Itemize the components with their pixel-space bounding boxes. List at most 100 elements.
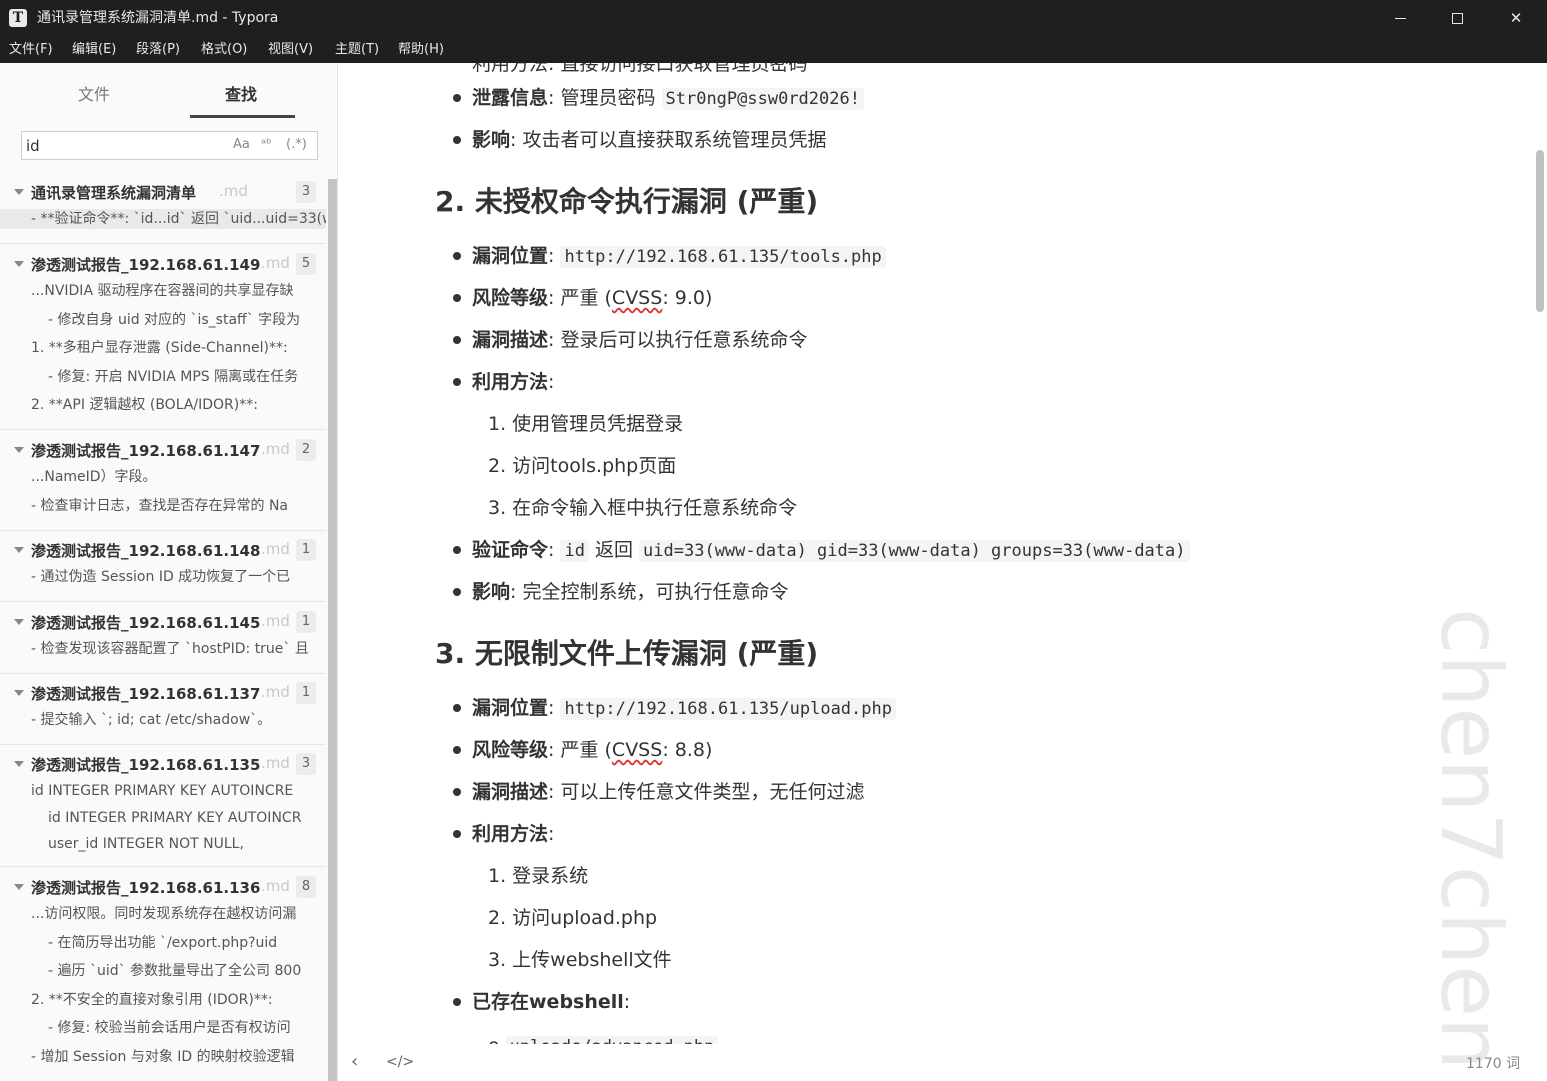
- bullet: [453, 830, 461, 838]
- item-label: 漏洞位置: [472, 245, 549, 267]
- menu-view[interactable]: 视图(V): [268, 37, 313, 63]
- bullet: [453, 378, 461, 386]
- result-line[interactable]: ...NameID）字段。: [31, 467, 331, 487]
- bullet: [453, 546, 461, 554]
- regex-toggle[interactable]: (.*): [286, 137, 307, 152]
- result-file-ext: .md: [261, 440, 290, 458]
- result-line[interactable]: 2. **API 逻辑越权 (BOLA/IDOR)**:: [31, 395, 331, 415]
- result-line[interactable]: - 修复: 开启 NVIDIA MPS 隔离或在任务: [48, 367, 337, 387]
- back-icon[interactable]: ‹: [351, 1051, 358, 1072]
- menu-file[interactable]: 文件(F): [9, 37, 53, 63]
- result-group[interactable]: 渗透测试报告_192.168.61.147 .md 2 ...NameID）字段。 - …: [0, 437, 326, 531]
- bullet: [453, 704, 461, 712]
- item-label: 影响: [472, 581, 511, 603]
- match-case-toggle[interactable]: Aa: [233, 137, 250, 152]
- result-file-title: 渗透测试报告_192.168.61.147: [31, 442, 261, 460]
- risk-item: 风险等级: 严重 (CVSS: 9.0): [472, 284, 712, 312]
- result-group[interactable]: 渗透测试报告_192.168.61.148 .md 1- 通过伪造 Session …: [0, 537, 326, 602]
- result-file-title: 渗透测试报告_192.168.61.137: [31, 685, 261, 703]
- sidebar-scrollbar[interactable]: [328, 179, 337, 1081]
- minimize-button[interactable]: [1371, 0, 1429, 37]
- result-line[interactable]: - 修复: 校验当前会话用户是否有权访问: [48, 1018, 337, 1038]
- whole-word-toggle[interactable]: ᵃᵇ: [261, 137, 272, 152]
- verify-item: 验证命令: id 返回 uid=33(www-data) gid=33(www-…: [472, 536, 1190, 565]
- bullet: [453, 998, 461, 1006]
- menu-theme[interactable]: 主题(T): [335, 37, 379, 63]
- result-line[interactable]: - 增加 Session 与对象 ID 的映射校验逻辑: [31, 1047, 331, 1067]
- heading-section-2: 2. 未授权命令执行漏洞 (严重): [435, 185, 819, 218]
- result-file-ext: .md: [219, 182, 248, 200]
- collapse-caret-icon[interactable]: [14, 761, 24, 767]
- close-button[interactable]: ✕: [1487, 0, 1545, 37]
- method-item: 利用方法:: [472, 368, 554, 396]
- result-line[interactable]: - 通过伪造 Session ID 成功恢复了一个已: [31, 567, 331, 587]
- sidebar: 文件 查找 Aa ᵃᵇ (.*) 通讯录管理系统漏洞清单 .md 3 - **验证命令…: [0, 63, 338, 1081]
- typora-window: T 通讯录管理系统漏洞清单.md - Typora ✕ 文件(F) 编辑(E) …: [0, 0, 1547, 1081]
- result-group[interactable]: 渗透测试报告_192.168.61.136 .md 8 ...访问权限。同时发现系统存…: [0, 874, 326, 1081]
- result-file-title: 通讯录管理系统漏洞清单: [31, 184, 197, 202]
- bullet: [453, 136, 461, 144]
- item-label: 漏洞描述: [472, 781, 549, 803]
- tab-files[interactable]: 文件: [78, 81, 110, 105]
- menu-paragraph[interactable]: 段落(P): [136, 37, 180, 63]
- item-label: 泄露信息: [472, 87, 549, 109]
- result-line[interactable]: - 遍历 `uid` 参数批量导出了全公司 800: [48, 961, 337, 981]
- result-line[interactable]: id INTEGER PRIMARY KEY AUTOINCR: [48, 808, 337, 828]
- collapse-caret-icon[interactable]: [14, 690, 24, 696]
- collapse-caret-icon[interactable]: [14, 447, 24, 453]
- menu-format[interactable]: 格式(O): [201, 37, 247, 63]
- menu-edit[interactable]: 编辑(E): [72, 37, 116, 63]
- description-item: 漏洞描述: 可以上传任意文件类型，无任何过滤: [472, 778, 864, 806]
- colon: :: [548, 371, 555, 393]
- result-line[interactable]: user_id INTEGER NOT NULL,: [48, 834, 337, 854]
- result-line[interactable]: - **验证命令**: `id...id` 返回 `uid...uid=33(w: [0, 209, 326, 229]
- result-line[interactable]: - 检查审计日志，查找是否存在异常的 Na: [31, 496, 331, 516]
- collapse-caret-icon[interactable]: [14, 884, 24, 890]
- item-label: 漏洞位置: [472, 697, 549, 719]
- item-text: : 严重 (: [548, 287, 612, 309]
- result-line[interactable]: - 修改自身 uid 对应的 `is_staff` 字段为: [48, 310, 337, 330]
- menu-help[interactable]: 帮助(H): [398, 37, 444, 63]
- item-label: 风险等级: [472, 287, 549, 309]
- collapse-caret-icon[interactable]: [14, 261, 24, 267]
- partial-line: 利用方法: 直接访问接口获取管理员密码: [472, 63, 808, 75]
- item-text: : 9.0): [662, 287, 713, 309]
- result-group[interactable]: 渗透测试报告_192.168.61.145 .md 1- 检查发现该容器配置了 `h…: [0, 609, 326, 674]
- match-count-badge: 1: [296, 682, 316, 704]
- match-count-badge: 8: [296, 876, 316, 898]
- result-line[interactable]: 2. **不安全的直接对象引用 (IDOR)**:: [31, 990, 331, 1010]
- step-item: 2. 访问tools.php页面: [488, 455, 677, 477]
- source-mode-icon[interactable]: </>: [386, 1054, 414, 1070]
- result-group[interactable]: 渗透测试报告_192.168.61.137 .md 1- 提交输入 `; id; c…: [0, 680, 326, 745]
- result-line[interactable]: - 检查发现该容器配置了 `hostPID: true` 且: [31, 639, 331, 659]
- partial-list-item: o uploads/advanced.php: [488, 1032, 719, 1044]
- result-group[interactable]: 渗透测试报告_192.168.61.135 .md 3 id INTEGER PRIM…: [0, 751, 326, 867]
- search-input[interactable]: [26, 135, 226, 157]
- collapse-caret-icon[interactable]: [14, 547, 24, 553]
- step-item: 3. 上传webshell文件: [488, 949, 672, 971]
- editor-scrollbar[interactable]: [1536, 150, 1544, 312]
- watermark: chen7chen: [1422, 608, 1520, 1071]
- description-item: 漏洞描述: 登录后可以执行任意系统命令: [472, 326, 807, 354]
- result-line[interactable]: - 提交输入 `; id; cat /etc/shadow`。: [31, 710, 331, 730]
- colon: :: [623, 991, 631, 1013]
- impact-item: 影响: 攻击者可以直接获取系统管理员凭据: [472, 126, 826, 154]
- result-line[interactable]: ...NVIDIA 驱动程序在容器间的共享显存缺: [31, 281, 331, 301]
- result-file-ext: .md: [261, 683, 290, 701]
- collapse-caret-icon[interactable]: [14, 619, 24, 625]
- clipped-line-region: 利用方法: 直接访问接口获取管理员密码: [339, 63, 1536, 83]
- result-group[interactable]: 渗透测试报告_192.168.61.149 .md 5 ...NVIDIA 驱动程序在…: [0, 251, 326, 430]
- result-line[interactable]: id INTEGER PRIMARY KEY AUTOINCRE: [31, 781, 331, 801]
- collapse-caret-icon[interactable]: [14, 189, 24, 195]
- maximize-button[interactable]: [1429, 0, 1487, 37]
- result-group[interactable]: 通讯录管理系统漏洞清单 .md 3 - **验证命令**: `id...id` 返回 …: [0, 179, 326, 244]
- result-file-title: 渗透测试报告_192.168.61.148: [31, 542, 261, 560]
- result-line[interactable]: 1. **多租户显存泄露 (Side-Channel)**:: [31, 338, 331, 358]
- result-line[interactable]: ...访问权限。同时发现系统存在越权访问漏: [31, 904, 331, 924]
- command-code: id: [560, 540, 589, 562]
- tab-search[interactable]: 查找: [225, 81, 257, 105]
- result-file-ext: .md: [261, 254, 290, 272]
- clipped-bottom-region: o uploads/advanced.php: [480, 1030, 880, 1044]
- result-line[interactable]: - 在简历导出功能 `/export.php?uid: [48, 933, 337, 953]
- step-item: 1. 登录系统: [488, 865, 589, 887]
